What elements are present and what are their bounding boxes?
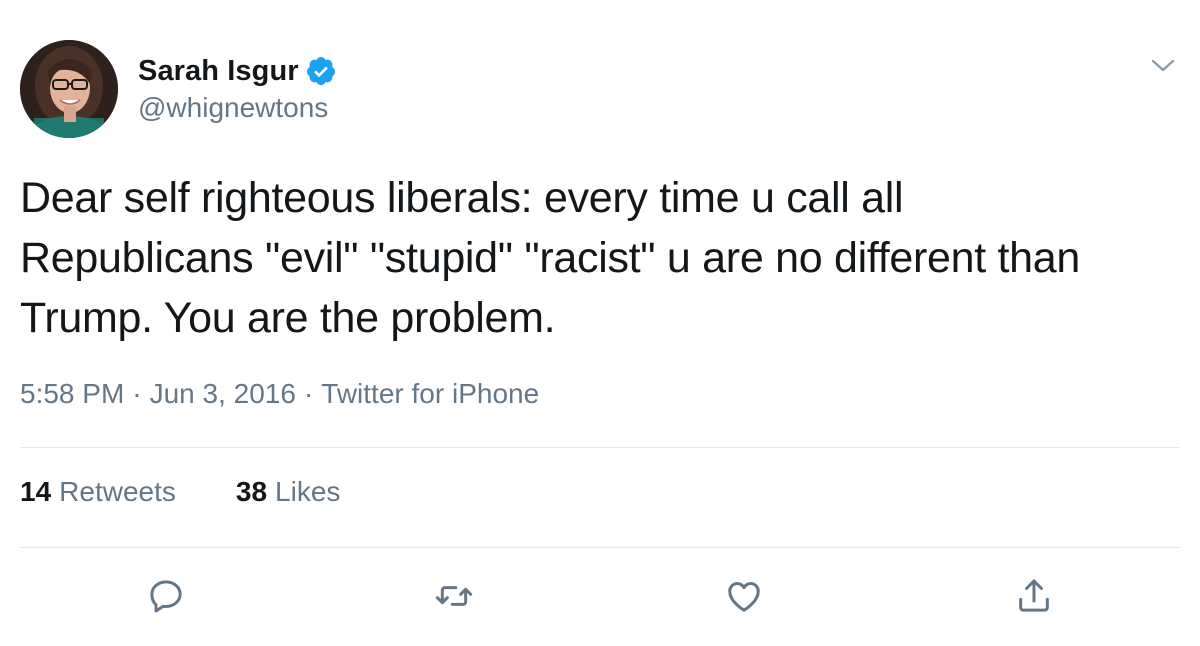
tweet-time[interactable]: 5:58 PM [20,378,124,409]
retweets-stat[interactable]: 14 Retweets [20,476,176,508]
reply-icon [150,580,182,613]
like-button[interactable] [722,574,766,618]
author-handle[interactable]: @whignewtons [138,92,328,124]
share-button[interactable] [1012,574,1056,618]
tweet-date[interactable]: Jun 3, 2016 [150,378,296,409]
divider [20,447,1180,448]
tweet-text: Dear self righteous liberals: every time… [20,174,1080,342]
likes-label: Likes [275,476,341,507]
retweets-label: Retweets [59,476,176,507]
retweet-icon [435,586,473,606]
chevron-down-icon[interactable] [1150,56,1176,76]
retweets-count: 14 [20,476,52,507]
verified-badge-icon [305,55,337,87]
tweet-metadata: 5:58 PM · Jun 3, 2016 · Twitter for iPhone [20,378,539,410]
tweet-card: Sarah Isgur @whignewtons Dear self right… [0,0,1200,646]
tweet-stats: 14 Retweets 38 Likes [20,476,400,508]
share-icon [1019,579,1049,612]
meta-separator: · [132,378,142,409]
tweet-source[interactable]: Twitter for iPhone [321,378,539,409]
author-display-name[interactable]: Sarah Isgur [138,55,299,88]
likes-stat[interactable]: 38 Likes [236,476,341,508]
divider [20,547,1180,548]
meta-separator: · [303,378,314,409]
likes-count: 38 [235,476,268,507]
author-name-row[interactable]: Sarah Isgur [138,52,337,90]
like-icon [728,582,760,612]
retweet-button[interactable] [432,574,476,618]
reply-button[interactable] [144,574,188,618]
avatar[interactable] [20,40,118,138]
